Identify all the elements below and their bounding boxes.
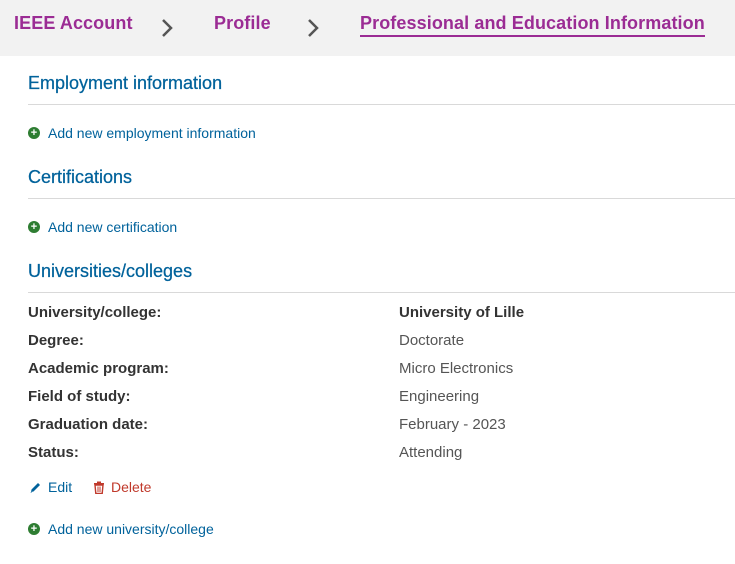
add-employment-link[interactable]: + Add new employment information — [28, 125, 256, 141]
certifications-section-title: Certifications — [28, 167, 133, 187]
chevron-right-icon — [308, 19, 319, 37]
field-value: February - 2023 — [399, 416, 506, 433]
plus-circle-icon: + — [28, 127, 40, 139]
edit-button[interactable]: Edit — [29, 479, 72, 495]
plus-circle-icon: + — [28, 221, 40, 233]
delete-label: Delete — [111, 479, 152, 495]
field-value: Micro Electronics — [399, 360, 514, 377]
field-row-degree: Degree: Doctorate — [28, 332, 735, 360]
field-value: Attending — [399, 444, 463, 461]
field-label: Graduation date: — [28, 416, 149, 433]
field-value: University of Lille — [399, 304, 525, 321]
delete-button[interactable]: Delete — [93, 479, 151, 495]
breadcrumb: IEEE Account Profile Professional and Ed… — [0, 0, 735, 56]
field-value: Engineering — [399, 388, 480, 405]
add-certification-link[interactable]: + Add new certification — [28, 219, 177, 235]
employment-section-title: Employment information — [28, 73, 223, 93]
add-certification-label: Add new certification — [48, 219, 178, 235]
field-label: Academic program: — [28, 360, 169, 377]
breadcrumb-current[interactable]: Professional and Education Information — [360, 13, 705, 37]
edit-label: Edit — [48, 479, 73, 495]
add-university-label: Add new university/college — [48, 521, 214, 537]
field-label: Degree: — [28, 332, 84, 349]
breadcrumb-profile[interactable]: Profile — [214, 13, 271, 34]
divider — [28, 198, 735, 199]
field-label: Status: — [28, 444, 79, 461]
breadcrumb-ieee-account[interactable]: IEEE Account — [14, 13, 133, 34]
field-label: University/college: — [28, 304, 162, 321]
chevron-right-icon — [162, 19, 173, 37]
add-employment-label: Add new employment information — [48, 125, 256, 141]
field-row-field-of-study: Field of study: Engineering — [28, 388, 735, 416]
field-row-status: Status: Attending — [28, 444, 735, 472]
field-row-academic-program: Academic program: Micro Electronics — [28, 360, 735, 388]
field-value: Doctorate — [399, 332, 465, 349]
plus-circle-icon: + — [28, 523, 40, 535]
add-university-link[interactable]: + Add new university/college — [28, 521, 214, 537]
trash-icon — [94, 481, 104, 494]
field-row-university: University/college: University of Lille — [28, 304, 735, 332]
field-label: Field of study: — [28, 388, 131, 405]
divider — [28, 292, 735, 293]
pencil-icon — [30, 482, 40, 493]
divider — [28, 104, 735, 105]
field-row-graduation-date: Graduation date: February - 2023 — [28, 416, 735, 444]
universities-section-title: Universities/colleges — [28, 261, 193, 281]
